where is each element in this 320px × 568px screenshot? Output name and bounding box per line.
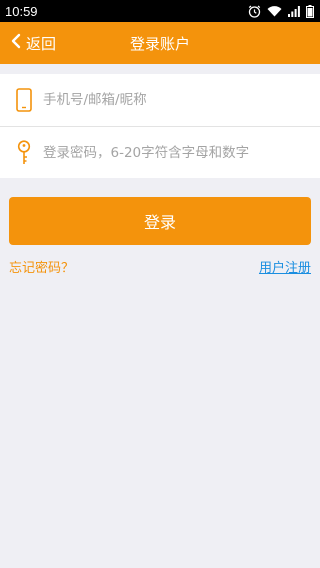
password-input[interactable] — [43, 144, 283, 161]
battery-icon — [306, 4, 314, 18]
status-bar: 10:59 — [0, 0, 320, 22]
alarm-icon — [248, 5, 261, 18]
forgot-password-link[interactable]: 忘记密码？ — [9, 257, 74, 276]
account-input[interactable] — [43, 92, 283, 108]
page-title: 登录账户 — [129, 34, 190, 53]
back-button[interactable]: 返回 — [10, 22, 56, 64]
phone-icon — [14, 86, 34, 114]
password-field-row — [0, 126, 320, 178]
login-button[interactable]: 登录 — [9, 197, 311, 245]
register-link[interactable]: 用户注册 — [259, 257, 311, 276]
wifi-icon — [267, 5, 282, 17]
account-field-row — [0, 74, 320, 126]
key-icon — [14, 139, 34, 167]
login-form — [0, 74, 320, 178]
header-bar: 返回 登录账户 — [0, 22, 320, 64]
status-time: 10:59 — [5, 3, 38, 19]
back-label: 返回 — [26, 34, 57, 53]
signal-icon — [288, 5, 300, 17]
chevron-left-icon — [10, 33, 22, 53]
status-icons — [248, 4, 314, 18]
